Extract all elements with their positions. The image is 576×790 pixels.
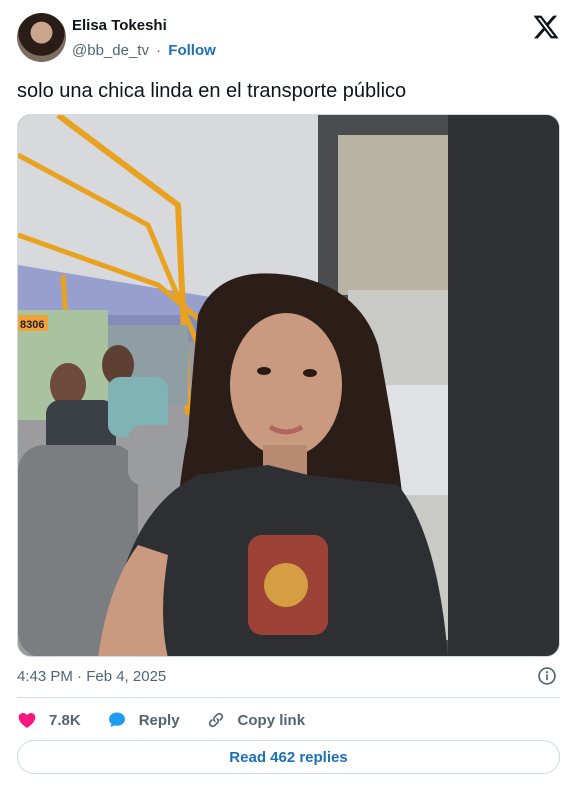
- reply-label: Reply: [138, 711, 180, 729]
- divider: [17, 697, 560, 698]
- link-icon: [208, 712, 223, 728]
- heart-icon: [18, 713, 36, 728]
- tweet-text: solo una chica linda en el transporte pú…: [17, 80, 407, 102]
- info-icon[interactable]: [537, 666, 557, 686]
- like-button[interactable]: 7.8K: [17, 710, 81, 730]
- copy-link-button[interactable]: Copy link: [206, 710, 306, 730]
- author-name[interactable]: Elisa Tokeshi: [72, 17, 167, 34]
- handle-row: @bb_de_tv · Follow: [72, 42, 216, 59]
- bus-number-sign: 8306: [20, 319, 44, 331]
- read-replies-button[interactable]: Read 462 replies: [17, 740, 560, 774]
- tweet-timestamp[interactable]: 4:43 PM · Feb 4, 2025: [17, 668, 166, 685]
- tweet-photo[interactable]: 8306: [17, 114, 560, 657]
- separator-dot: ·: [156, 42, 162, 59]
- avatar[interactable]: [17, 13, 66, 62]
- x-logo-icon[interactable]: [532, 13, 560, 41]
- follow-button[interactable]: Follow: [168, 42, 216, 59]
- action-bar: 7.8K Reply Copy link: [17, 708, 331, 732]
- tweet-card: Elisa Tokeshi @bb_de_tv · Follow solo un…: [0, 0, 576, 790]
- author-handle[interactable]: @bb_de_tv: [72, 42, 149, 59]
- reply-button[interactable]: Reply: [107, 710, 180, 730]
- copy-link-label: Copy link: [237, 711, 306, 729]
- bus-selfie-illustration: 8306: [18, 115, 559, 656]
- speech-bubble-icon: [108, 712, 125, 728]
- like-count: 7.8K: [49, 711, 81, 729]
